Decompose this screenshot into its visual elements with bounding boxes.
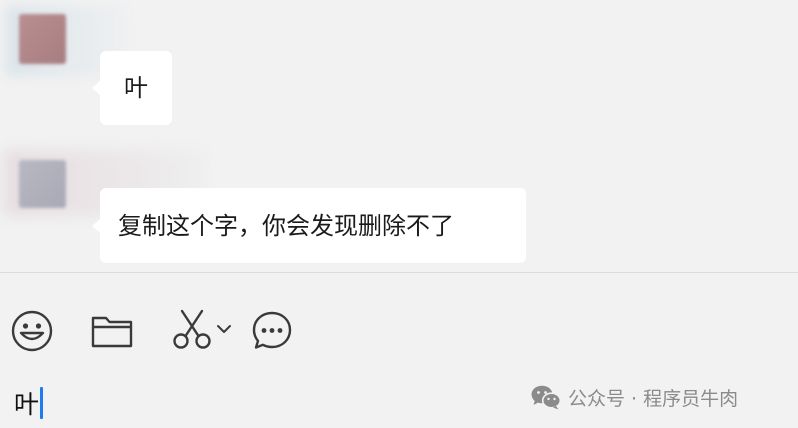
message-text: 复制这个字，你会发现删除不了 [118, 211, 454, 240]
message-list[interactable]: 叶 复制这个字，你会发现删除不了 [0, 0, 798, 272]
emoji-icon[interactable] [11, 310, 53, 352]
avatar[interactable] [19, 160, 66, 208]
message-text: 叶 [124, 74, 148, 102]
message-input-text: 叶 [14, 390, 40, 419]
chat-window: 叶 复制这个字，你会发现删除不了 叶 公众号 · 程序员牛肉 [0, 0, 798, 428]
chat-bubble-icon[interactable] [251, 310, 293, 352]
text-caret [40, 387, 44, 419]
avatar[interactable] [19, 14, 66, 64]
watermark: 公众号 · 程序员牛肉 [530, 382, 738, 412]
message-bubble[interactable]: 叶 [92, 51, 172, 125]
wechat-logo-icon [531, 385, 562, 410]
watermark-text: 公众号 · 程序员牛肉 [568, 387, 739, 410]
scissors-icon[interactable] [172, 309, 212, 351]
chevron-down-icon[interactable] [216, 323, 232, 335]
folder-icon[interactable] [91, 314, 133, 348]
message-input[interactable]: 叶 [14, 386, 44, 420]
message-bubble[interactable]: 复制这个字，你会发现删除不了 [92, 188, 526, 263]
